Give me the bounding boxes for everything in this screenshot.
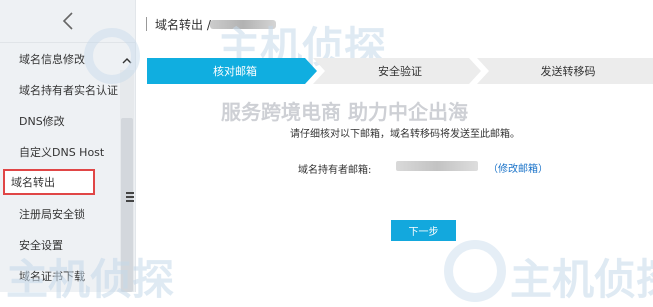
menu-collapse-icon[interactable] — [126, 192, 134, 206]
step-security-verification: 安全验证 — [313, 58, 481, 84]
watermark-brand: 主机侦探 — [510, 255, 653, 304]
sidebar-item-label: 域名信息修改 — [19, 52, 85, 66]
sidebar-menu: 域名信息修改 域名持有者实名认证 DNS修改 自定义DNS Host 域名转出 … — [0, 43, 120, 291]
chevron-up-icon[interactable] — [121, 52, 133, 64]
email-label: 域名持有者邮箱: — [298, 165, 372, 176]
sidebar-item-certificate-download[interactable]: 域名证书下载 — [0, 260, 120, 291]
sidebar-item-label: 域名持有者实名认证 — [19, 83, 118, 97]
title-marker — [146, 17, 147, 31]
sidebar-item-dns[interactable]: DNS修改 — [0, 105, 120, 136]
page-header: 域名转出 / — [136, 0, 653, 46]
sidebar-item-security-settings[interactable]: 安全设置 — [0, 229, 120, 260]
redacted-email — [396, 161, 478, 171]
chevron-left-icon — [62, 12, 74, 30]
sidebar-item-label: DNS修改 — [19, 114, 65, 128]
sidebar-item-custom-dns-host[interactable]: 自定义DNS Host — [0, 136, 120, 167]
sidebar-item-label: 自定义DNS Host — [19, 145, 105, 159]
sidebar-item-label: 安全设置 — [19, 238, 63, 252]
watermark-logo-icon — [444, 240, 506, 302]
step-send-transfer-code: 发送转移码 — [477, 58, 653, 84]
next-button[interactable]: 下一步 — [391, 220, 456, 241]
sidebar-item-label: 注册局安全锁 — [19, 207, 85, 221]
sidebar-item-owner-verification[interactable]: 域名持有者实名认证 — [0, 74, 120, 105]
page-title: 域名转出 / — [155, 18, 211, 32]
instruction-text: 请仔细核对以下邮箱，域名转移码将发送至此邮箱。 — [290, 129, 520, 140]
sidebar-item-registry-lock[interactable]: 注册局安全锁 — [0, 198, 120, 229]
sidebar-item-domain-transfer-out[interactable]: 域名转出 — [3, 169, 95, 195]
back-button[interactable] — [0, 0, 135, 42]
sidebar-item-domain-info[interactable]: 域名信息修改 — [0, 43, 120, 74]
progress-steps: 核对邮箱 安全验证 发送转移码 — [147, 58, 653, 84]
step-label: 发送转移码 — [540, 65, 596, 78]
step-verify-email: 核对邮箱 — [147, 58, 317, 84]
sidebar: 域名信息修改 域名持有者实名认证 DNS修改 自定义DNS Host 域名转出 … — [0, 0, 136, 292]
redacted-domain — [210, 20, 276, 29]
modify-email-link[interactable]: （修改邮箱） — [488, 160, 548, 175]
step-label: 核对邮箱 — [213, 65, 257, 78]
step-label: 安全验证 — [378, 65, 422, 78]
watermark-slogan: 服务跨境电商 助力中企出海 — [221, 100, 468, 124]
sidebar-item-label: 域名转出 — [11, 176, 55, 189]
sidebar-item-label: 域名证书下载 — [19, 269, 85, 283]
